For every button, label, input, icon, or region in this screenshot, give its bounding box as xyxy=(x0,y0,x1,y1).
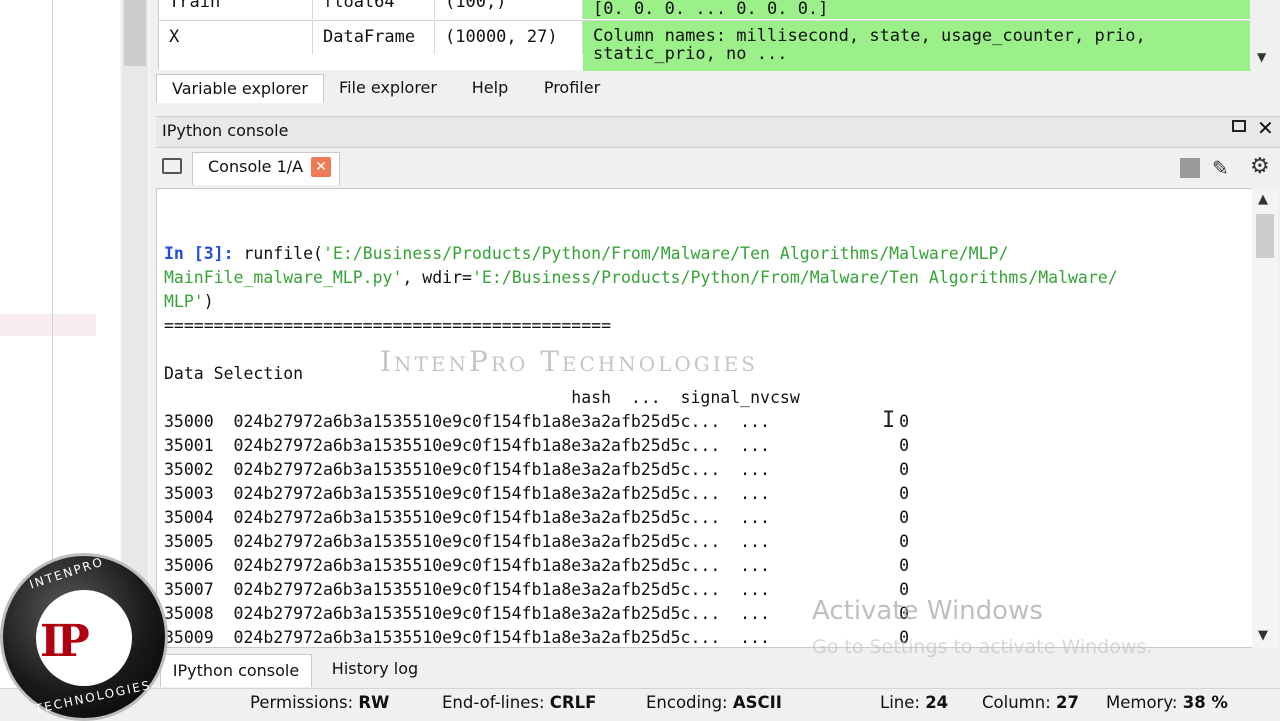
activate-windows-title: Activate Windows xyxy=(812,596,1043,626)
var-value: Column names: millisecond, state, usage_… xyxy=(583,21,1251,71)
status-eol: End-of-lines: CRLF xyxy=(442,693,597,712)
status-line: Line: 24 xyxy=(880,693,949,712)
tab-help[interactable]: Help xyxy=(458,74,522,102)
variable-explorer-scrollbar[interactable]: ▼ xyxy=(1250,0,1278,70)
watermark: IntenPro Technologies xyxy=(380,345,758,378)
console-row: 35005 024b27972a6b3a1535510e9c0f154fb1a8… xyxy=(164,532,910,551)
console-row: 35004 024b27972a6b3a1535510e9c0f154fb1a8… xyxy=(164,508,910,527)
table-row[interactable]: X DataFrame (10000, 27) Column names: mi… xyxy=(159,20,1251,71)
status-encoding: Encoding: ASCII xyxy=(646,693,782,712)
table-row[interactable]: Train float64 (100,) [0. 0. 0. ... 0. 0.… xyxy=(159,0,1251,19)
tab-history-log[interactable]: History log xyxy=(322,654,428,686)
tab-variable-explorer[interactable]: Variable explorer xyxy=(156,74,324,103)
status-bar xyxy=(0,688,1280,721)
var-size: (10000, 27) xyxy=(435,21,583,54)
scroll-up-arrow-icon[interactable]: ▲ xyxy=(1258,192,1268,207)
editor-gutter-line xyxy=(52,0,53,560)
folder-icon[interactable] xyxy=(162,158,182,174)
console-heading: Data Selection xyxy=(164,364,304,383)
gear-icon[interactable]: ⚙ xyxy=(1250,154,1270,179)
console-line: MLP') xyxy=(164,292,214,311)
var-value: [0. 0. 0. ... 0. 0. 0.] xyxy=(583,0,1251,19)
scroll-down-arrow-icon[interactable]: ▼ xyxy=(1257,50,1266,64)
ipython-pane-header xyxy=(156,116,1280,148)
status-column: Column: 27 xyxy=(982,693,1079,712)
undock-icon[interactable] xyxy=(1232,120,1246,132)
var-type: float64 xyxy=(313,0,435,19)
console-row: 35007 024b27972a6b3a1535510e9c0f154fb1a8… xyxy=(164,580,910,599)
console-row: 35001 024b27972a6b3a1535510e9c0f154fb1a8… xyxy=(164,436,910,455)
editor-current-line xyxy=(0,314,96,336)
console-row: 35002 024b27972a6b3a1535510e9c0f154fb1a8… xyxy=(164,460,910,479)
input-prompt: In [3]: xyxy=(164,244,234,263)
console-col-header: hash ... signal_nvcsw xyxy=(164,388,800,407)
console-separator: ========================================… xyxy=(164,316,612,335)
eraser-icon[interactable]: ✎ xyxy=(1212,156,1229,180)
scroll-down-arrow-icon[interactable]: ▼ xyxy=(1258,628,1268,643)
logo-mark: IP xyxy=(40,616,90,667)
pane-title: IPython console xyxy=(162,121,289,140)
close-tab-icon[interactable]: ✕ xyxy=(311,157,331,177)
console-tab-label: Console 1/A xyxy=(208,157,304,176)
var-type: DataFrame xyxy=(313,21,435,54)
activate-windows-subtitle: Go to Settings to activate Windows. xyxy=(812,636,1153,658)
close-pane-icon[interactable]: ✕ xyxy=(1257,116,1274,140)
console-output[interactable]: In [3]: runfile('E:/Business/Products/Py… xyxy=(156,188,1254,648)
var-name: Train xyxy=(159,0,313,19)
variable-explorer-table: Train float64 (100,) [0. 0. 0. ... 0. 0.… xyxy=(158,0,1251,71)
console-scrollbar-thumb[interactable] xyxy=(1256,214,1274,258)
console-row: 35000 024b27972a6b3a1535510e9c0f154fb1a8… xyxy=(164,412,910,431)
editor-scrollbar-thumb[interactable] xyxy=(124,0,146,66)
console-line: In [3]: runfile('E:/Business/Products/Py… xyxy=(164,244,1009,263)
tab-file-explorer[interactable]: File explorer xyxy=(328,74,448,102)
stop-icon[interactable] xyxy=(1180,158,1200,178)
text-cursor-icon: I xyxy=(882,408,896,433)
status-permissions: Permissions: RW xyxy=(250,693,390,712)
var-size: (100,) xyxy=(435,0,583,19)
tab-profiler[interactable]: Profiler xyxy=(532,74,612,102)
console-line: MainFile_malware_MLP.py', wdir='E:/Busin… xyxy=(164,268,1118,287)
var-name: X xyxy=(159,21,313,54)
console-row: 35003 024b27972a6b3a1535510e9c0f154fb1a8… xyxy=(164,484,910,503)
console-row: 35008 024b27972a6b3a1535510e9c0f154fb1a8… xyxy=(164,604,910,623)
console-row: 35009 024b27972a6b3a1535510e9c0f154fb1a8… xyxy=(164,628,910,647)
console-row: 35006 024b27972a6b3a1535510e9c0f154fb1a8… xyxy=(164,556,910,575)
status-memory: Memory: 38 % xyxy=(1106,693,1228,712)
tab-ipython-console[interactable]: IPython console xyxy=(160,654,312,687)
